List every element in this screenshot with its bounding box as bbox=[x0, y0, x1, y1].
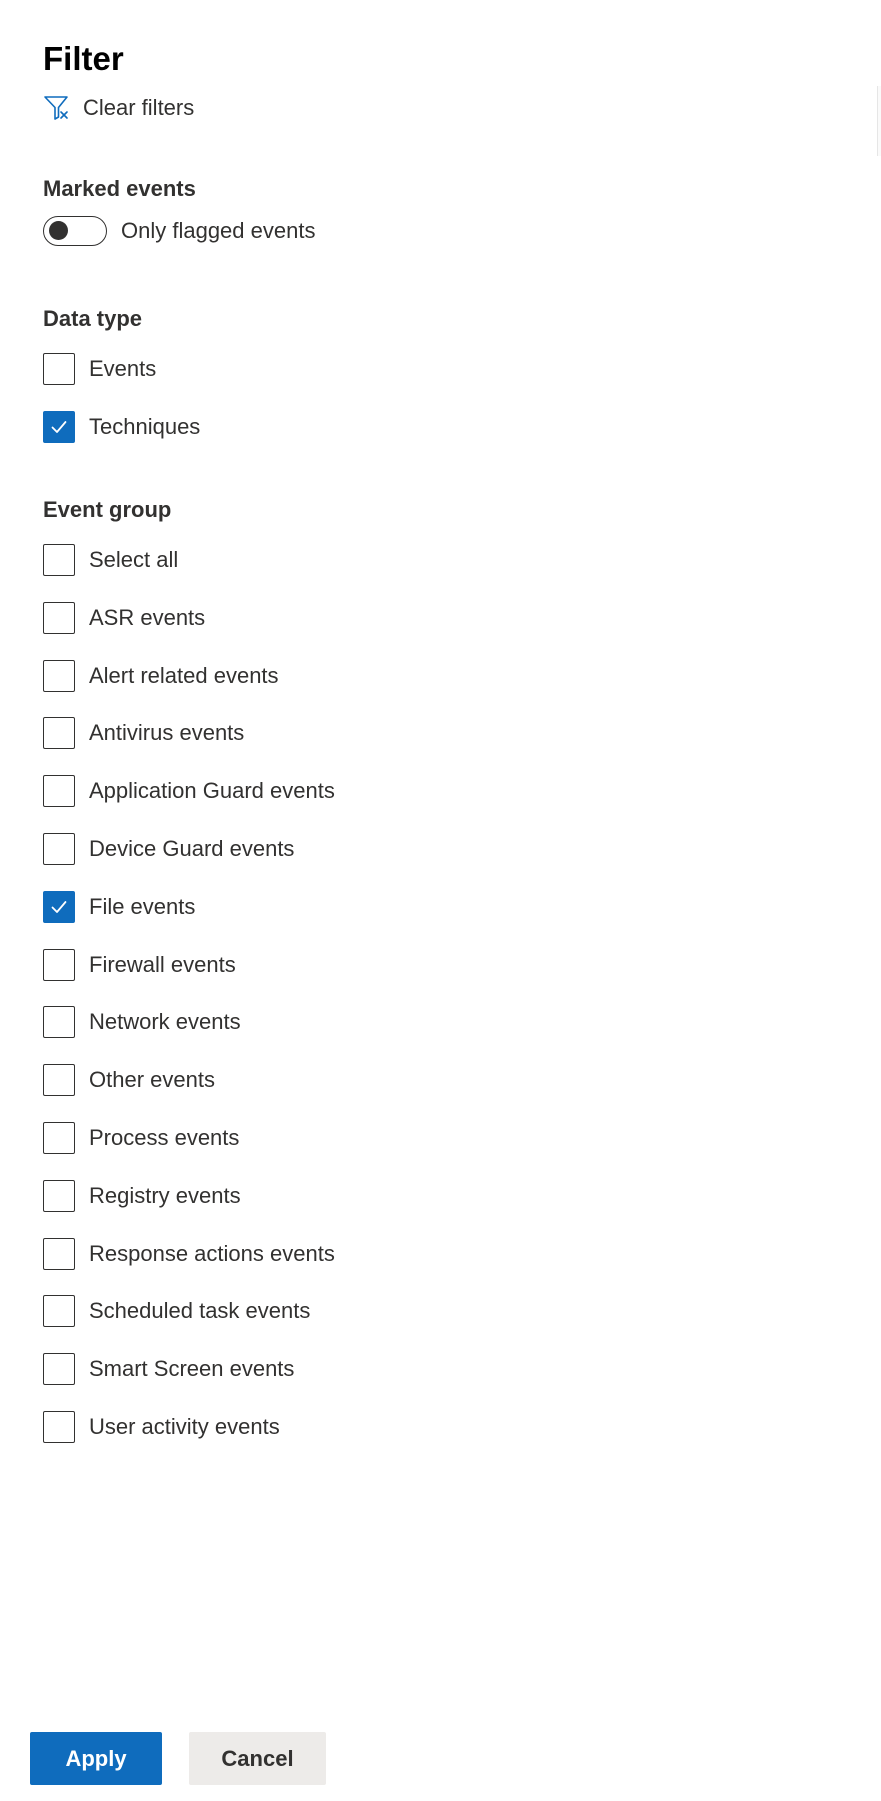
checkbox-label: Response actions events bbox=[89, 1240, 335, 1266]
only-flagged-events-toggle[interactable] bbox=[43, 216, 107, 246]
checkbox-smart-screen-events[interactable] bbox=[43, 1353, 75, 1386]
checkbox-row-network-events[interactable]: Network events bbox=[43, 1005, 241, 1039]
checkbox-label: Events bbox=[89, 356, 157, 381]
cancel-button[interactable]: Cancel bbox=[189, 1732, 326, 1785]
apply-button[interactable]: Apply bbox=[30, 1732, 162, 1785]
checkbox-label: User activity events bbox=[89, 1414, 280, 1439]
checkbox-label: Smart Screen events bbox=[89, 1356, 295, 1382]
checkbox-row-antivirus-events[interactable]: Antivirus events bbox=[43, 716, 244, 750]
checkbox-label: Device Guard events bbox=[89, 836, 295, 861]
checkbox-label: Alert related events bbox=[89, 662, 279, 688]
checkbox-label: File events bbox=[89, 893, 196, 919]
checkbox-response-actions-events[interactable] bbox=[43, 1237, 75, 1270]
checkbox-row-file-events[interactable]: File events bbox=[43, 890, 195, 924]
checkbox-row-select-all[interactable]: Select all bbox=[43, 543, 178, 577]
panel-title: Filter bbox=[43, 40, 124, 77]
checkbox-row-techniques[interactable]: Techniques bbox=[43, 410, 200, 444]
checkbox-user-activity-events[interactable] bbox=[43, 1411, 75, 1443]
event-group-heading: Event group bbox=[43, 497, 172, 522]
checkbox-scheduled-task-events[interactable] bbox=[43, 1295, 75, 1328]
toggle-knob bbox=[49, 221, 68, 240]
data-type-heading: Data type bbox=[43, 306, 143, 331]
checkbox-label: Network events bbox=[89, 1009, 241, 1035]
checkbox-events[interactable] bbox=[43, 353, 75, 385]
checkbox-row-asr-events[interactable]: ASR events bbox=[43, 601, 205, 635]
checkbox-select-all[interactable] bbox=[43, 544, 75, 576]
checkbox-row-response-actions-events[interactable]: Response actions events bbox=[43, 1237, 335, 1271]
checkmark-icon bbox=[51, 900, 67, 913]
checkbox-label: Techniques bbox=[89, 414, 201, 439]
checkbox-label: Process events bbox=[89, 1125, 240, 1150]
checkbox-antivirus-events[interactable] bbox=[43, 717, 75, 750]
checkbox-row-device-guard-events[interactable]: Device Guard events bbox=[43, 832, 294, 866]
checkbox-row-scheduled-task-events[interactable]: Scheduled task events bbox=[43, 1294, 310, 1328]
filter-panel: Filter Clear filters Marked events Only … bbox=[0, 0, 881, 1801]
checkbox-registry-events[interactable] bbox=[43, 1179, 75, 1212]
checkbox-row-events[interactable]: Events bbox=[43, 352, 156, 386]
checkbox-row-other-events[interactable]: Other events bbox=[43, 1063, 215, 1097]
checkbox-label: Antivirus events bbox=[89, 720, 245, 746]
checkbox-label: Application Guard events bbox=[89, 778, 335, 804]
checkbox-device-guard-events[interactable] bbox=[43, 833, 75, 865]
checkbox-label: Scheduled task events bbox=[89, 1298, 311, 1324]
checkmark-icon bbox=[51, 421, 67, 433]
checkbox-techniques[interactable] bbox=[43, 411, 75, 443]
checkbox-firewall-events[interactable] bbox=[43, 948, 75, 981]
checkbox-network-events[interactable] bbox=[43, 1006, 75, 1039]
only-flagged-events-label: Only flagged events bbox=[121, 218, 316, 243]
checkbox-application-guard-events[interactable] bbox=[43, 775, 75, 808]
checkbox-file-events[interactable] bbox=[43, 890, 75, 923]
checkbox-process-events[interactable] bbox=[43, 1122, 75, 1154]
checkbox-label: Firewall events bbox=[89, 951, 236, 977]
only-flagged-events-toggle-row[interactable]: Only flagged events bbox=[43, 214, 315, 248]
checkbox-label: Other events bbox=[89, 1067, 215, 1093]
checkbox-label: Registry events bbox=[89, 1182, 241, 1208]
checkbox-row-user-activity-events[interactable]: User activity events bbox=[43, 1410, 280, 1444]
filter-clear-icon bbox=[43, 94, 71, 122]
checkbox-row-process-events[interactable]: Process events bbox=[43, 1121, 239, 1155]
checkbox-label: Select all bbox=[89, 547, 179, 572]
checkbox-asr-events[interactable] bbox=[43, 601, 75, 634]
clear-filters-button[interactable]: Clear filters bbox=[43, 92, 194, 124]
checkbox-alert-related-events[interactable] bbox=[43, 659, 75, 692]
checkbox-other-events[interactable] bbox=[43, 1064, 75, 1097]
checkbox-row-firewall-events[interactable]: Firewall events bbox=[43, 948, 236, 982]
checkbox-row-application-guard-events[interactable]: Application Guard events bbox=[43, 774, 335, 808]
marked-events-heading: Marked events bbox=[43, 176, 196, 201]
checkbox-row-smart-screen-events[interactable]: Smart Screen events bbox=[43, 1352, 294, 1386]
clear-filters-label: Clear filters bbox=[83, 95, 195, 120]
checkbox-row-alert-related-events[interactable]: Alert related events bbox=[43, 659, 279, 693]
scrollbar[interactable] bbox=[877, 86, 881, 156]
checkbox-label: ASR events bbox=[89, 604, 206, 630]
checkbox-row-registry-events[interactable]: Registry events bbox=[43, 1179, 241, 1213]
